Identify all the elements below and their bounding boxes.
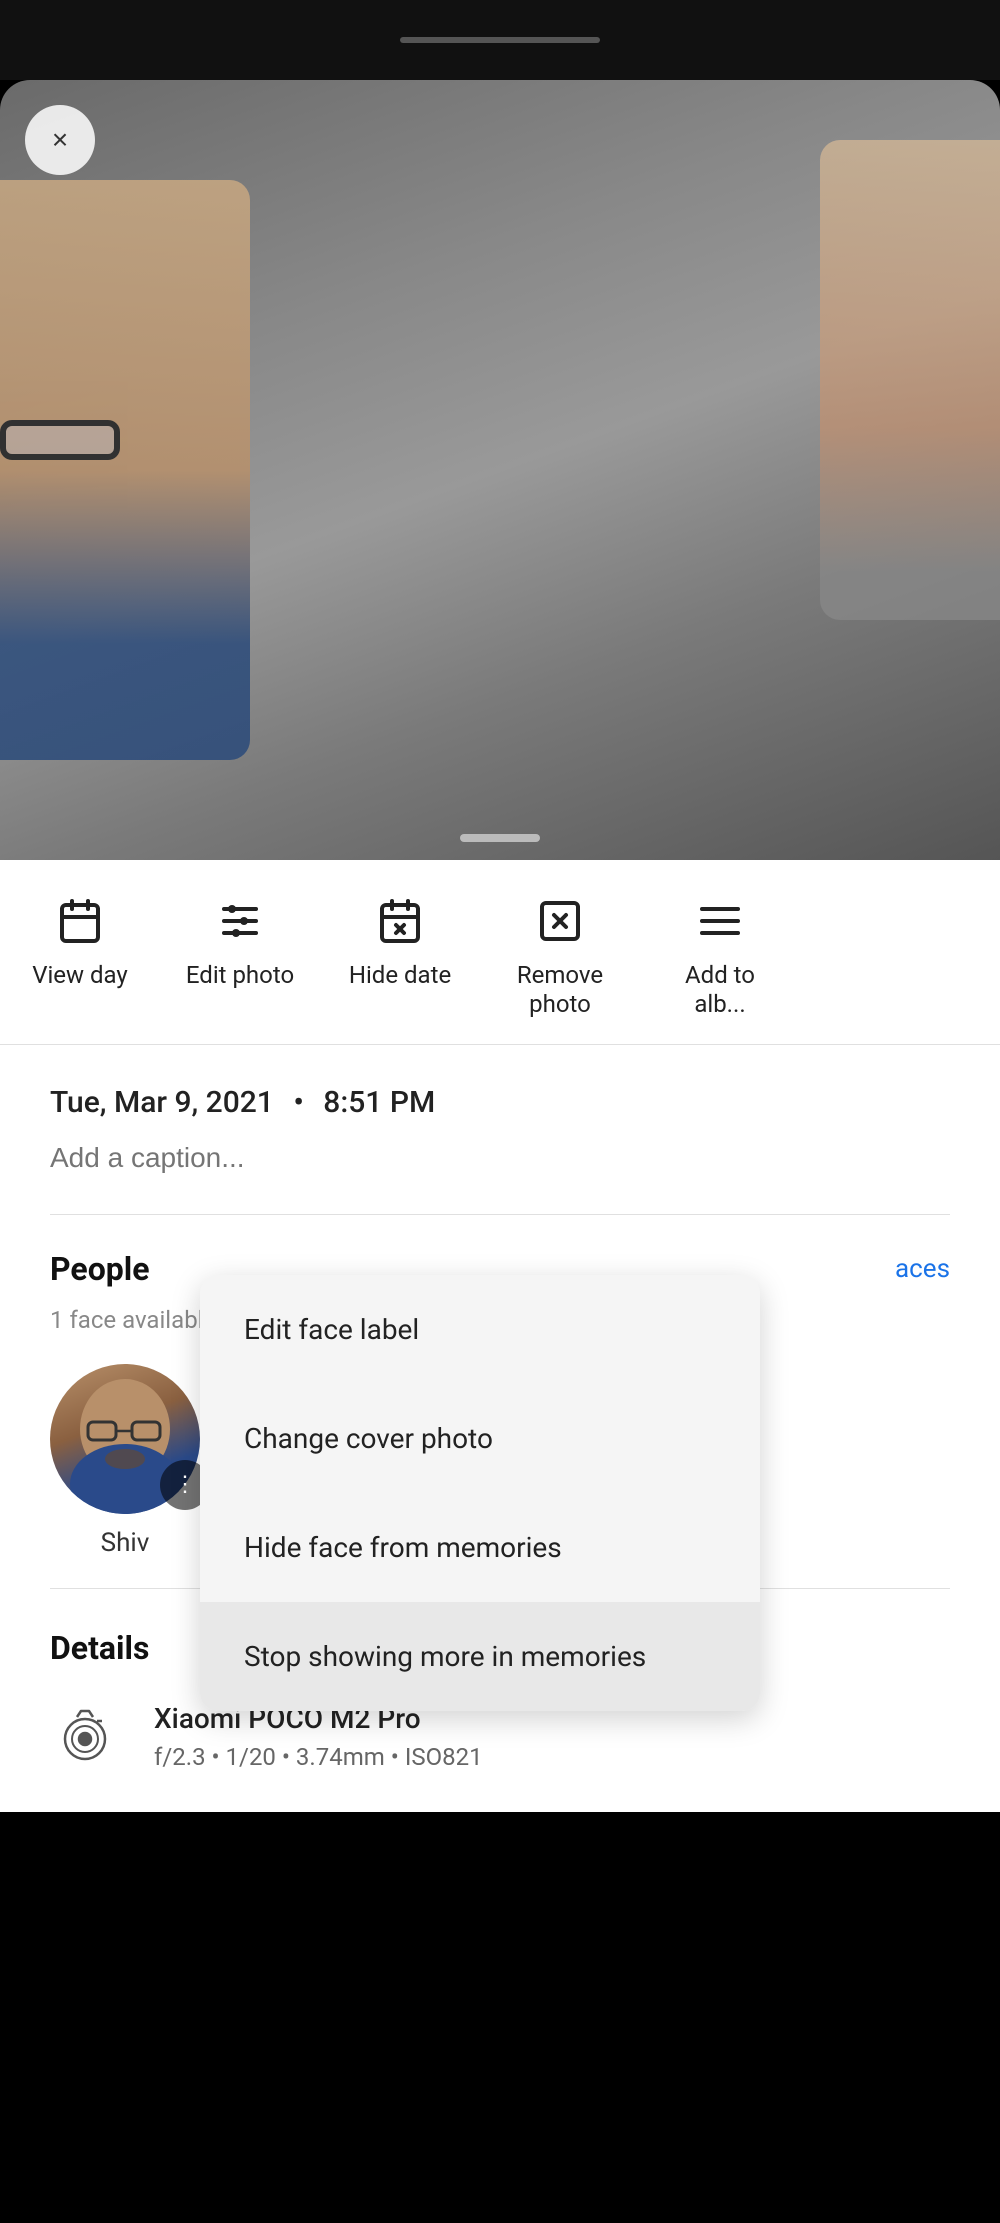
manage-faces-link[interactable]: aces <box>895 1254 950 1284</box>
calendar-x-icon <box>374 895 426 947</box>
bottom-sheet: View day Edit photo <box>0 860 1000 1812</box>
action-remove-photo-label: Removephoto <box>517 961 603 1019</box>
action-add-album[interactable]: Add toalb... <box>640 895 800 1019</box>
context-menu: Edit face label Change cover photo Hide … <box>200 1275 760 1711</box>
date-time: Tue, Mar 9, 2021 • 8:51 PM <box>50 1085 950 1120</box>
camera-icon <box>50 1702 120 1772</box>
people-row: ⋮ Shiv Edit face label Change cover phot… <box>50 1364 950 1558</box>
menu-item-stop-showing[interactable]: Stop showing more in memories <box>200 1602 760 1711</box>
dot-separator: • <box>293 1085 304 1120</box>
menu-item-edit-face-label[interactable]: Edit face label <box>200 1275 760 1384</box>
person-card-shiv[interactable]: ⋮ Shiv <box>50 1364 200 1558</box>
action-remove-photo[interactable]: Removephoto <box>480 895 640 1019</box>
close-icon: × <box>52 124 68 156</box>
image-off-icon <box>534 895 586 947</box>
details-text: Xiaomi POCO M2 Pro f/2.3 • 1/20 • 3.74mm… <box>154 1702 483 1771</box>
menu-item-change-cover[interactable]: Change cover photo <box>200 1384 760 1493</box>
action-hide-date-label: Hide date <box>349 961 451 990</box>
people-title: People <box>50 1250 150 1288</box>
date-text: Tue, Mar 9, 2021 <box>50 1085 274 1120</box>
details-row: Xiaomi POCO M2 Pro f/2.3 • 1/20 • 3.74mm… <box>50 1702 950 1772</box>
calendar-icon <box>54 895 106 947</box>
action-add-album-label: Add toalb... <box>685 961 755 1019</box>
device-specs: f/2.3 • 1/20 • 3.74mm • ISO821 <box>154 1743 483 1771</box>
caption-input[interactable] <box>50 1142 950 1174</box>
photo-face-right <box>820 140 1000 620</box>
drag-handle[interactable] <box>460 834 540 842</box>
menu-lines-icon <box>694 895 746 947</box>
close-button[interactable]: × <box>25 105 95 175</box>
action-bar: View day Edit photo <box>0 860 1000 1045</box>
status-indicator <box>400 37 600 43</box>
action-view-day[interactable]: View day <box>0 895 160 990</box>
photo-viewer: × <box>0 80 1000 860</box>
action-edit-photo[interactable]: Edit photo <box>160 895 320 990</box>
meta-section: Tue, Mar 9, 2021 • 8:51 PM <box>0 1045 1000 1214</box>
status-bar <box>0 0 1000 80</box>
action-view-day-label: View day <box>32 961 128 990</box>
glasses-element <box>0 420 120 460</box>
action-hide-date[interactable]: Hide date <box>320 895 480 990</box>
menu-item-hide-face[interactable]: Hide face from memories <box>200 1493 760 1602</box>
photo-face-left <box>0 180 250 760</box>
person-name-shiv: Shiv <box>101 1528 150 1558</box>
time-text: 8:51 PM <box>323 1085 435 1120</box>
action-edit-photo-label: Edit photo <box>186 961 294 990</box>
sliders-icon <box>214 895 266 947</box>
people-section: People aces 1 face available to <box>0 1215 1000 1588</box>
